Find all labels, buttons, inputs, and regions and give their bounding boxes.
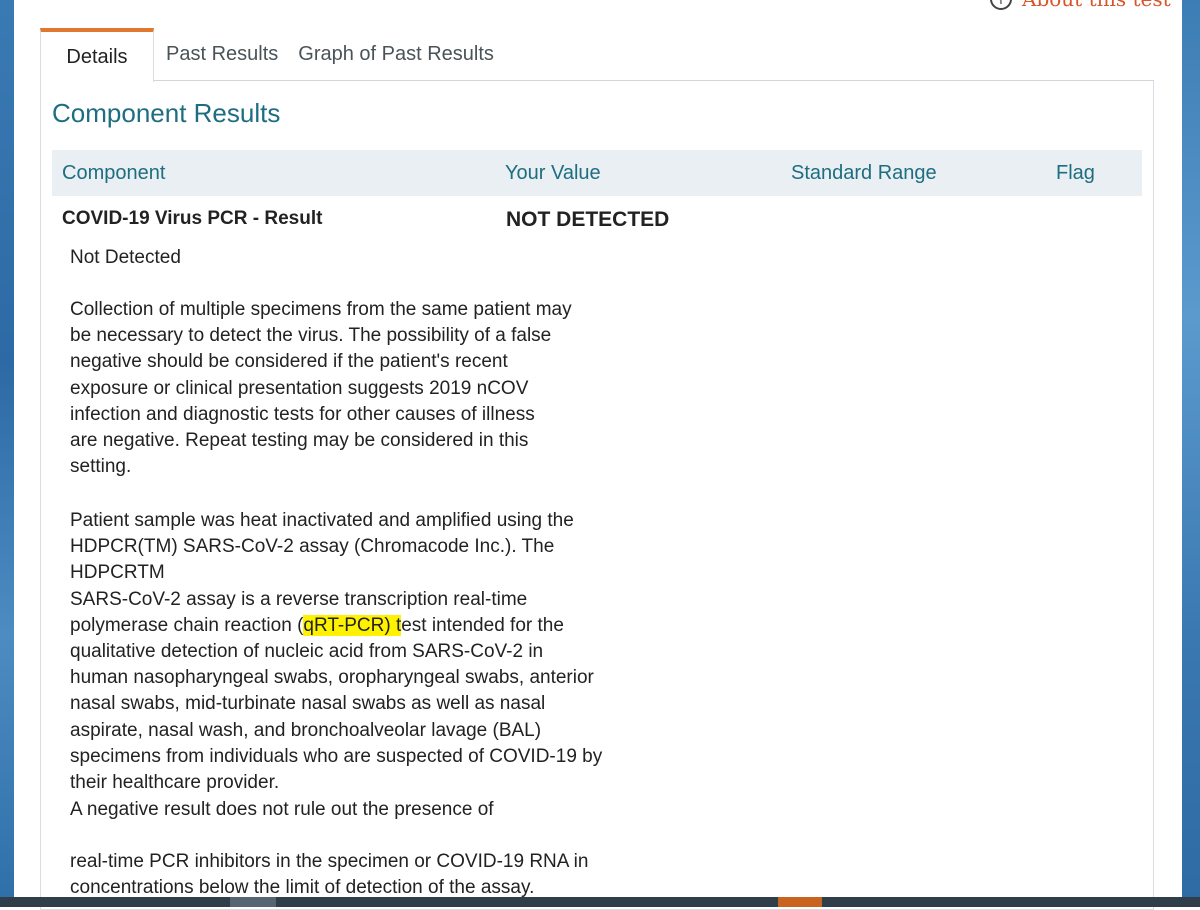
tab-graph-label: Graph of Past Results (298, 43, 494, 65)
about-test-label: About this test (1022, 0, 1171, 11)
header-component: Component (62, 161, 166, 184)
tab-graph-past-results[interactable]: Graph of Past Results (288, 28, 504, 81)
tab-bar: Details Past Results Graph of Past Resul… (40, 28, 504, 82)
comment-paragraph-2: Patient sample was heat inactivated and … (70, 508, 650, 796)
highlighted-text: qRT-PCR) t (303, 614, 402, 636)
component-value: NOT DETECTED (506, 208, 670, 231)
section-title: Component Results (52, 98, 281, 128)
tab-details[interactable]: Details (40, 28, 154, 82)
background-edge-left (0, 0, 14, 907)
comment-p2-after: est intended for the qualitative detecti… (70, 614, 603, 794)
tab-past-results-label: Past Results (166, 43, 279, 65)
taskbar-item[interactable] (230, 897, 276, 907)
background-edge-right (1182, 0, 1200, 907)
comment-paragraph-4: real-time PCR inhibitors in the specimen… (70, 851, 589, 899)
comment-paragraph-3: A negative result does not rule out the … (70, 799, 494, 820)
taskbar-item-active[interactable] (778, 897, 822, 907)
result-text: Not Detected (70, 247, 181, 268)
about-test-link[interactable]: i About this test (990, 0, 1171, 12)
header-your-value: Your Value (505, 161, 601, 184)
info-icon: i (990, 0, 1012, 10)
taskbar-strip (0, 897, 1200, 907)
table-header: Component Your Value Standard Range Flag (52, 150, 1142, 196)
comment-paragraph-1: Collection of multiple specimens from th… (70, 299, 572, 478)
component-name: COVID-19 Virus PCR - Result (62, 208, 323, 229)
header-standard-range: Standard Range (791, 161, 937, 184)
tab-details-label: Details (66, 45, 128, 68)
tab-past-results[interactable]: Past Results (156, 28, 288, 81)
header-flag: Flag (1056, 161, 1095, 184)
